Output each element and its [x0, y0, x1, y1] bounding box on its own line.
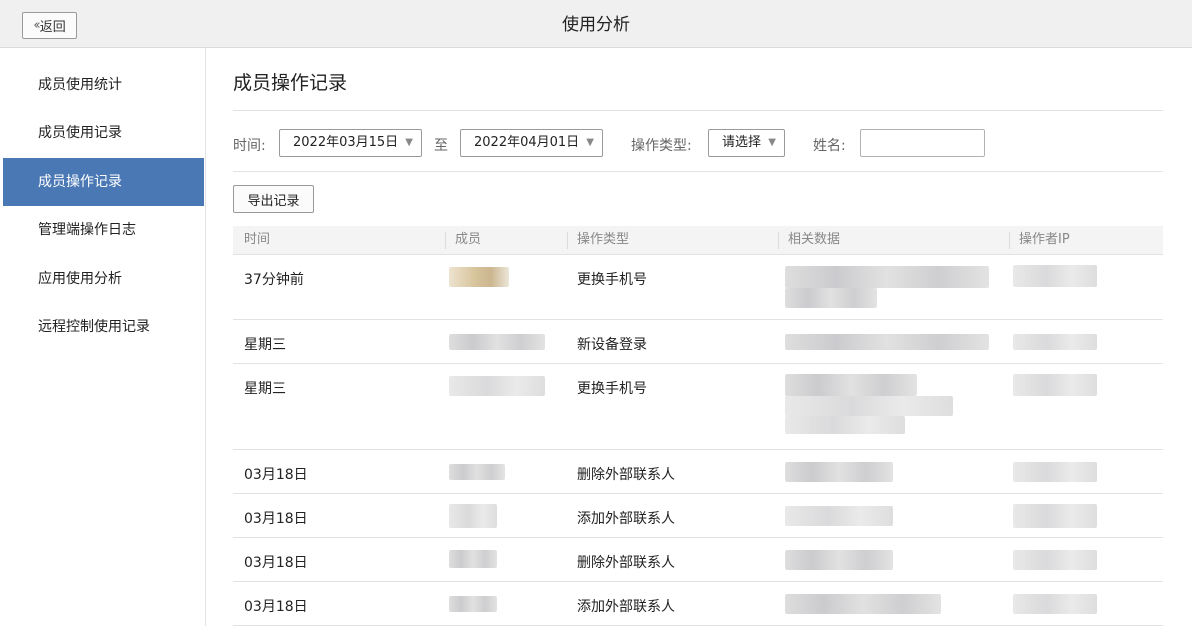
- top-bar: 使用分析 ‹‹ 返回: [0, 0, 1192, 48]
- export-records-button[interactable]: 导出记录: [233, 185, 314, 213]
- sidebar-item-label: 成员操作记录: [38, 174, 122, 190]
- caret-down-icon: ▼: [586, 137, 594, 148]
- redacted-related-data: [785, 550, 893, 570]
- redacted-member: [449, 267, 509, 287]
- caret-down-icon: ▼: [405, 137, 413, 148]
- redacted-related-data: [785, 374, 917, 396]
- redacted-operator-ip: [1013, 594, 1097, 614]
- row-time: 03月18日: [244, 511, 308, 527]
- redacted-member: [449, 550, 497, 568]
- redacted-related-data: [785, 334, 989, 350]
- page-title: 成员操作记录: [233, 72, 348, 94]
- column-divider: [1009, 232, 1010, 249]
- caret-down-icon: ▼: [768, 137, 776, 148]
- redacted-member: [449, 504, 497, 528]
- column-header-operator-ip: 操作者IP: [1019, 232, 1070, 247]
- redacted-related-data: [785, 462, 893, 482]
- table-row[interactable]: 03月18日 删除外部联系人: [233, 450, 1163, 494]
- back-button[interactable]: ‹‹ 返回: [22, 12, 77, 39]
- row-time: 星期三: [244, 381, 286, 397]
- double-chevron-left-icon: ‹‹: [33, 18, 41, 33]
- time-filter-label: 时间:: [233, 138, 266, 154]
- row-operation-type: 更换手机号: [577, 381, 647, 397]
- sidebar-item-label: 成员使用统计: [38, 77, 122, 93]
- row-operation-type: 添加外部联系人: [577, 599, 675, 615]
- start-date-value: 2022年03月15日: [293, 135, 399, 150]
- column-header-member: 成员: [455, 232, 482, 247]
- redacted-related-data: [785, 594, 941, 614]
- redacted-related-data: [785, 266, 989, 288]
- redacted-related-data: [785, 288, 877, 308]
- sidebar-item-label: 远程控制使用记录: [38, 319, 150, 335]
- column-divider: [567, 232, 568, 249]
- redacted-related-data: [785, 506, 893, 526]
- end-date-value: 2022年04月01日: [474, 135, 580, 150]
- table-row[interactable]: 03月18日 添加外部联系人: [233, 582, 1163, 626]
- main-content: 成员操作记录 时间: 2022年03月15日 ▼ 至 2022年04月01日 ▼…: [206, 48, 1192, 626]
- sidebar-item-label: 成员使用记录: [38, 125, 122, 141]
- operation-type-select[interactable]: 请选择 ▼: [708, 129, 785, 157]
- redacted-related-data: [785, 396, 953, 416]
- row-time: 星期三: [244, 337, 286, 353]
- operation-type-label: 操作类型:: [631, 138, 692, 154]
- sidebar-item-admin-operation-log[interactable]: 管理端操作日志: [3, 206, 204, 254]
- sidebar-item-remote-control-records[interactable]: 远程控制使用记录: [3, 303, 204, 351]
- redacted-member: [449, 334, 545, 350]
- row-time: 03月18日: [244, 599, 308, 615]
- divider: [233, 171, 1163, 172]
- name-filter-label: 姓名:: [813, 138, 846, 154]
- redacted-operator-ip: [1013, 334, 1097, 350]
- start-date-select[interactable]: 2022年03月15日 ▼: [279, 129, 422, 157]
- redacted-operator-ip: [1013, 265, 1097, 287]
- redacted-related-data: [785, 416, 905, 434]
- table-row[interactable]: 03月18日 删除外部联系人: [233, 538, 1163, 582]
- sidebar-item-member-usage-records[interactable]: 成员使用记录: [3, 109, 204, 157]
- column-header-related-data: 相关数据: [788, 232, 841, 247]
- table-row[interactable]: 37分钟前 更换手机号: [233, 255, 1163, 320]
- name-input[interactable]: [860, 129, 985, 157]
- redacted-operator-ip: [1013, 374, 1097, 396]
- row-time: 03月18日: [244, 555, 308, 571]
- row-operation-type: 删除外部联系人: [577, 467, 675, 483]
- row-operation-type: 新设备登录: [577, 337, 647, 353]
- redacted-member: [449, 376, 545, 396]
- table-row[interactable]: 星期三 新设备登录: [233, 320, 1163, 364]
- end-date-select[interactable]: 2022年04月01日 ▼: [460, 129, 603, 157]
- divider: [233, 110, 1163, 111]
- table-row[interactable]: 星期三 更换手机号: [233, 364, 1163, 450]
- table-row[interactable]: 03月18日 添加外部联系人: [233, 494, 1163, 538]
- row-operation-type: 删除外部联系人: [577, 555, 675, 571]
- redacted-operator-ip: [1013, 504, 1097, 528]
- sidebar-item-app-usage-analysis[interactable]: 应用使用分析: [3, 255, 204, 303]
- column-header-time: 时间: [244, 232, 271, 247]
- row-operation-type: 添加外部联系人: [577, 511, 675, 527]
- row-time: 37分钟前: [244, 272, 304, 288]
- redacted-member: [449, 464, 505, 480]
- sidebar-item-member-usage-stats[interactable]: 成员使用统计: [3, 61, 204, 109]
- column-divider: [778, 232, 779, 249]
- row-time: 03月18日: [244, 467, 308, 483]
- sidebar: 成员使用统计 成员使用记录 成员操作记录 管理端操作日志 应用使用分析 远程控制…: [0, 48, 206, 626]
- redacted-operator-ip: [1013, 462, 1097, 482]
- redacted-operator-ip: [1013, 550, 1097, 570]
- back-button-label: 返回: [39, 20, 66, 35]
- page-header-title: 使用分析: [562, 15, 630, 35]
- table-header: 时间 成员 操作类型 相关数据 操作者IP: [233, 226, 1163, 255]
- sidebar-item-label: 应用使用分析: [38, 271, 122, 287]
- sidebar-item-label: 管理端操作日志: [38, 222, 136, 238]
- row-operation-type: 更换手机号: [577, 272, 647, 288]
- sidebar-item-member-operation-records[interactable]: 成员操作记录: [3, 158, 204, 206]
- column-divider: [445, 232, 446, 249]
- redacted-member: [449, 596, 497, 612]
- date-range-separator: 至: [434, 138, 448, 154]
- column-header-operation-type: 操作类型: [577, 232, 630, 247]
- operation-type-value: 请选择: [722, 135, 762, 150]
